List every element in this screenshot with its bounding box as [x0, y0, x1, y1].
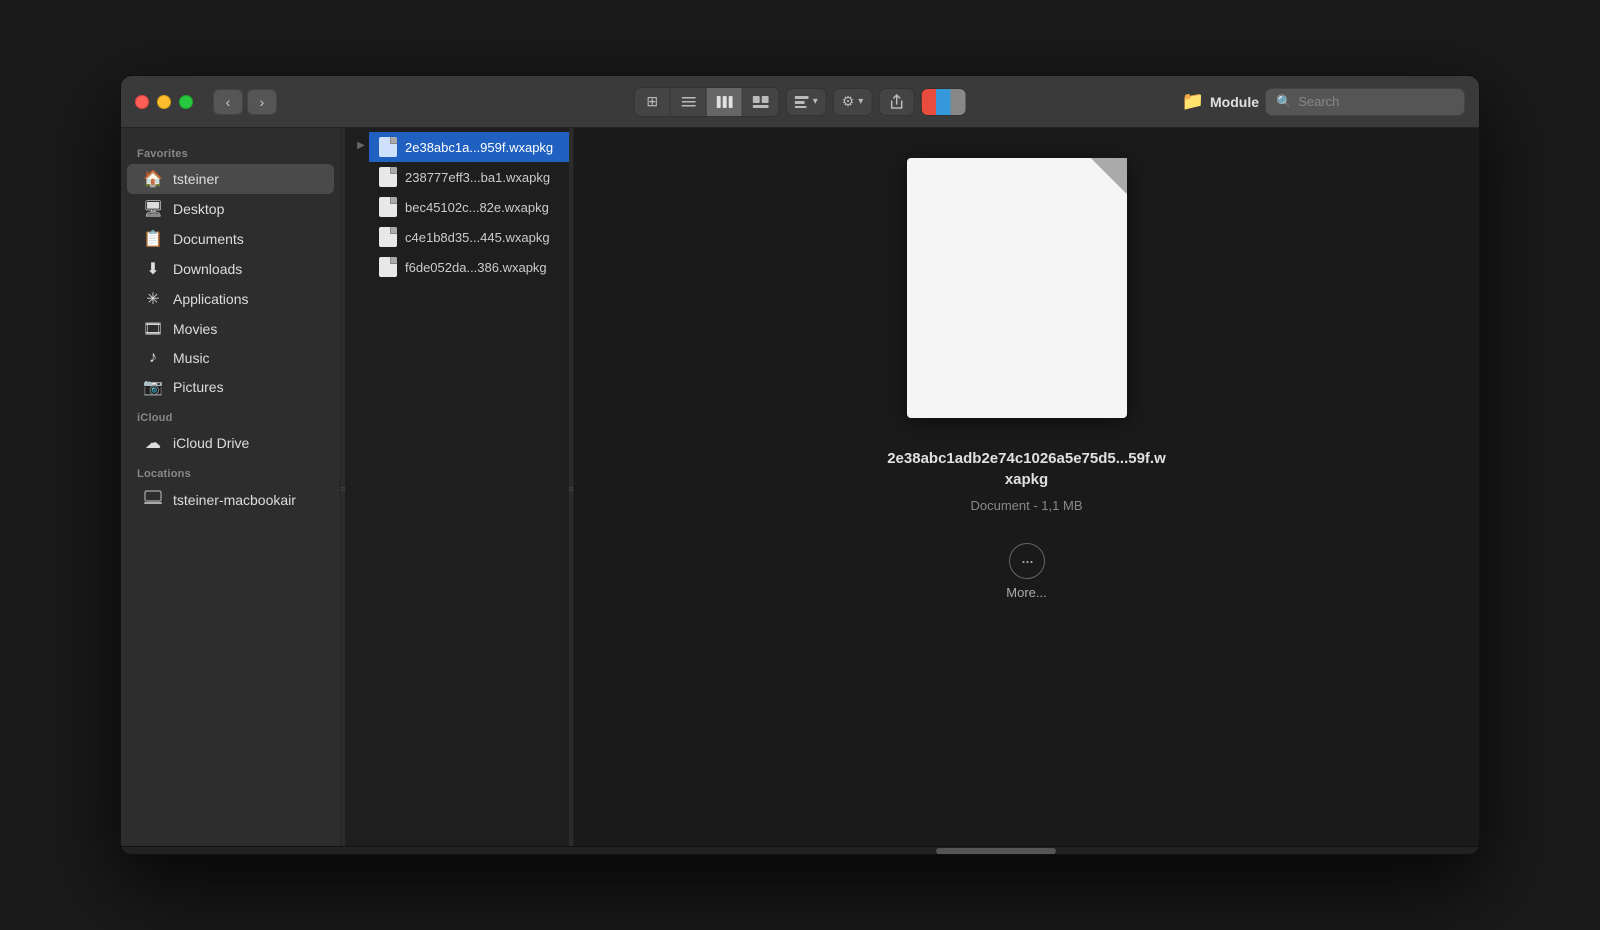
- search-box[interactable]: 🔍: [1265, 88, 1465, 116]
- tag-button[interactable]: [920, 88, 966, 116]
- sidebar-item-label: Documents: [173, 231, 244, 247]
- back-button[interactable]: ‹: [213, 89, 243, 115]
- gear-icon: ⚙: [842, 93, 855, 110]
- minimize-button[interactable]: [157, 95, 171, 109]
- close-button[interactable]: [135, 95, 149, 109]
- folder-icon: 📁: [1182, 91, 1204, 112]
- sidebar-item-label: tsteiner-macbookair: [173, 492, 296, 508]
- icloud-icon: ☁: [143, 433, 163, 453]
- column-arrow-area: ▶: [345, 128, 369, 846]
- icloud-label: iCloud: [121, 402, 340, 428]
- sidebar-item-label: Applications: [173, 291, 249, 307]
- forward-button[interactable]: ›: [247, 89, 277, 115]
- preview-pane: 2e38abc1adb2e74c1026a5e75d5...59f.wxapkg…: [573, 128, 1479, 846]
- file-icon: [379, 257, 397, 277]
- sidebar-item-music[interactable]: ♪ Music: [127, 344, 334, 372]
- file-name: 238777eff3...ba1.wxapkg: [405, 170, 550, 185]
- content-area: Favorites 🏠 tsteiner 🖥 Desktop 📋 Documen…: [121, 128, 1479, 846]
- file-icon: [379, 197, 397, 217]
- finder-window: ‹ › ⊞: [120, 75, 1480, 855]
- nav-buttons: ‹ ›: [213, 89, 277, 115]
- icon-view-button[interactable]: ⊞: [635, 88, 671, 116]
- column-view-button[interactable]: [707, 88, 743, 116]
- file-item-2[interactable]: 238777eff3...ba1.wxapkg: [369, 162, 569, 192]
- pictures-icon: 📷: [143, 377, 163, 397]
- file-item-3[interactable]: bec45102c...82e.wxapkg: [369, 192, 569, 222]
- sidebar-item-label: tsteiner: [173, 171, 219, 187]
- share-button[interactable]: [878, 88, 914, 116]
- more-circle-icon: ···: [1009, 543, 1045, 579]
- sidebar-item-macbookair[interactable]: tsteiner-macbookair: [127, 484, 334, 515]
- sidebar-item-label: Pictures: [173, 379, 224, 395]
- more-button[interactable]: ··· More...: [1006, 543, 1046, 600]
- computer-icon: [143, 489, 163, 510]
- gear-dropdown-button[interactable]: ⚙ ▾: [833, 88, 873, 116]
- favorites-label: Favorites: [121, 138, 340, 164]
- sidebar-item-pictures[interactable]: 📷 Pictures: [127, 372, 334, 402]
- gallery-view-button[interactable]: [743, 88, 779, 116]
- applications-icon: ✳: [143, 289, 163, 309]
- column-arrow: ▶: [349, 136, 365, 155]
- more-label: More...: [1006, 585, 1046, 600]
- home-icon: 🏠: [143, 169, 163, 189]
- view-controls: ⊞: [634, 87, 780, 117]
- preview-filename: 2e38abc1adb2e74c1026a5e75d5...59f.wxapkg: [887, 448, 1167, 490]
- document-preview-paper: [907, 158, 1127, 418]
- title-bar: ‹ › ⊞: [121, 76, 1479, 128]
- sidebar-item-label: Movies: [173, 321, 217, 337]
- file-name: 2e38abc1a...959f.wxapkg: [405, 140, 553, 155]
- maximize-button[interactable]: [179, 95, 193, 109]
- scrollbar-thumb[interactable]: [936, 848, 1056, 854]
- sidebar-item-downloads[interactable]: ⬇ Downloads: [127, 254, 334, 284]
- sidebar-item-applications[interactable]: ✳ Applications: [127, 284, 334, 314]
- sidebar: Favorites 🏠 tsteiner 🖥 Desktop 📋 Documen…: [121, 128, 341, 846]
- search-input[interactable]: [1298, 94, 1454, 109]
- traffic-lights: [135, 95, 193, 109]
- locations-label: Locations: [121, 458, 340, 484]
- file-name: c4e1b8d35...445.wxapkg: [405, 230, 550, 245]
- file-item-4[interactable]: c4e1b8d35...445.wxapkg: [369, 222, 569, 252]
- music-icon: ♪: [143, 349, 163, 367]
- desktop-icon: 🖥: [143, 199, 163, 219]
- sidebar-item-label: iCloud Drive: [173, 435, 249, 451]
- window-title: 📁 Module: [1182, 91, 1259, 112]
- sidebar-item-desktop[interactable]: 🖥 Desktop: [127, 194, 334, 224]
- group-dropdown-button[interactable]: ▾: [786, 88, 827, 116]
- toolbar-right: 📁 Module 🔍: [1182, 88, 1465, 116]
- search-icon: 🔍: [1276, 94, 1292, 110]
- file-icon: [379, 227, 397, 247]
- list-view-button[interactable]: [671, 88, 707, 116]
- sidebar-item-label: Music: [173, 350, 210, 366]
- documents-icon: 📋: [143, 229, 163, 249]
- file-icon: [379, 137, 397, 157]
- file-name: f6de052da...386.wxapkg: [405, 260, 547, 275]
- sidebar-item-label: Desktop: [173, 201, 224, 217]
- sidebar-item-label: Downloads: [173, 261, 242, 277]
- bottom-scrollbar[interactable]: [121, 846, 1479, 854]
- preview-icon-area: [907, 158, 1147, 428]
- sidebar-item-icloud-drive[interactable]: ☁ iCloud Drive: [127, 428, 334, 458]
- movies-icon: 🎞: [143, 319, 163, 339]
- file-name: bec45102c...82e.wxapkg: [405, 200, 549, 215]
- file-item-1[interactable]: 2e38abc1a...959f.wxapkg: [369, 132, 569, 162]
- preview-meta: Document - 1,1 MB: [971, 498, 1083, 513]
- paper-corner-shadow: [1091, 158, 1127, 194]
- downloads-icon: ⬇: [143, 259, 163, 279]
- sidebar-item-tsteiner[interactable]: 🏠 tsteiner: [127, 164, 334, 194]
- sidebar-item-documents[interactable]: 📋 Documents: [127, 224, 334, 254]
- toolbar-center: ⊞: [634, 87, 967, 117]
- file-pane: 2e38abc1a...959f.wxapkg 238777eff3...ba1…: [369, 128, 569, 846]
- sidebar-item-movies[interactable]: 🎞 Movies: [127, 314, 334, 344]
- file-item-5[interactable]: f6de052da...386.wxapkg: [369, 252, 569, 282]
- window-title-text: Module: [1210, 94, 1259, 110]
- file-icon: [379, 167, 397, 187]
